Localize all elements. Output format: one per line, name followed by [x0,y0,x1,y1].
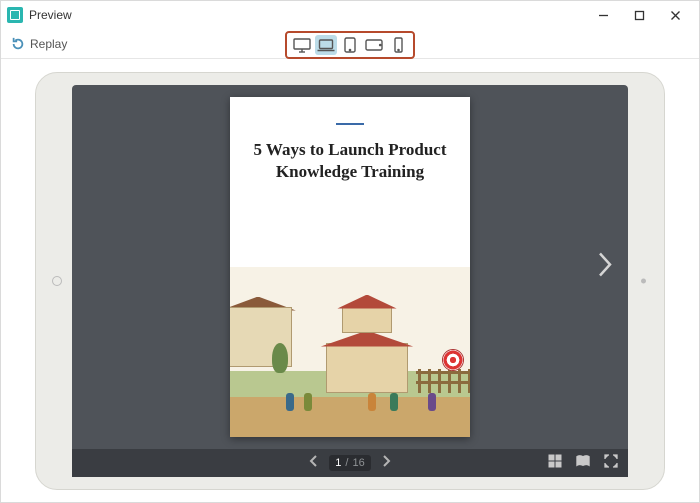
device-tablet-portrait-button[interactable] [339,35,361,55]
window-title: Preview [29,8,72,22]
page-separator: / [345,457,348,469]
toolbar: Replay [1,29,699,59]
book-view-button[interactable] [576,454,590,471]
page-divider [336,123,364,125]
desktop-icon [293,38,311,53]
page-illustration [230,267,470,437]
chevron-right-small-icon [381,455,391,467]
device-tablet-landscape-button[interactable] [363,35,385,55]
next-page-button[interactable] [596,250,614,283]
titlebar: Preview [1,1,699,29]
viewer-toolbar: 1 / 16 [72,449,628,477]
document-title: 5 Ways to Launch Product Knowledge Train… [230,139,470,185]
replay-icon [11,37,25,51]
total-pages: 16 [352,457,364,469]
tablet-portrait-icon [344,37,356,53]
viewer-stage[interactable]: 5 Ways to Launch Product Knowledge Train… [72,85,628,449]
laptop-icon [317,38,335,53]
document-page: 5 Ways to Launch Product Knowledge Train… [230,97,470,437]
chevron-left-icon [309,455,319,467]
device-camera-icon [641,278,646,283]
prev-page-button[interactable] [309,455,319,470]
maximize-button[interactable] [621,1,657,29]
preview-area: 5 Ways to Launch Product Knowledge Train… [1,59,699,502]
chevron-right-icon [596,250,614,278]
replay-button[interactable]: Replay [11,37,67,51]
device-selector [285,31,415,59]
thumbnails-button[interactable] [548,454,562,471]
tablet-landscape-icon [365,39,383,51]
device-frame: 5 Ways to Launch Product Knowledge Train… [35,72,665,490]
device-phone-button[interactable] [387,35,409,55]
close-button[interactable] [657,1,693,29]
preview-window: Preview Replay [0,0,700,503]
book-icon [576,454,590,468]
minimize-button[interactable] [585,1,621,29]
device-desktop-button[interactable] [291,35,313,55]
app-icon [7,7,23,23]
phone-icon [394,37,403,53]
page-indicator[interactable]: 1 / 16 [329,455,370,471]
replay-label: Replay [30,37,67,51]
device-home-button-icon [52,276,62,286]
page-navigator: 1 / 16 [309,455,390,471]
grid-icon [548,454,562,468]
document-viewer: 5 Ways to Launch Product Knowledge Train… [72,85,628,477]
fullscreen-button[interactable] [604,454,618,471]
device-laptop-button[interactable] [315,35,337,55]
current-page: 1 [335,457,341,469]
fullscreen-icon [604,454,618,468]
next-page-nav-button[interactable] [381,455,391,470]
